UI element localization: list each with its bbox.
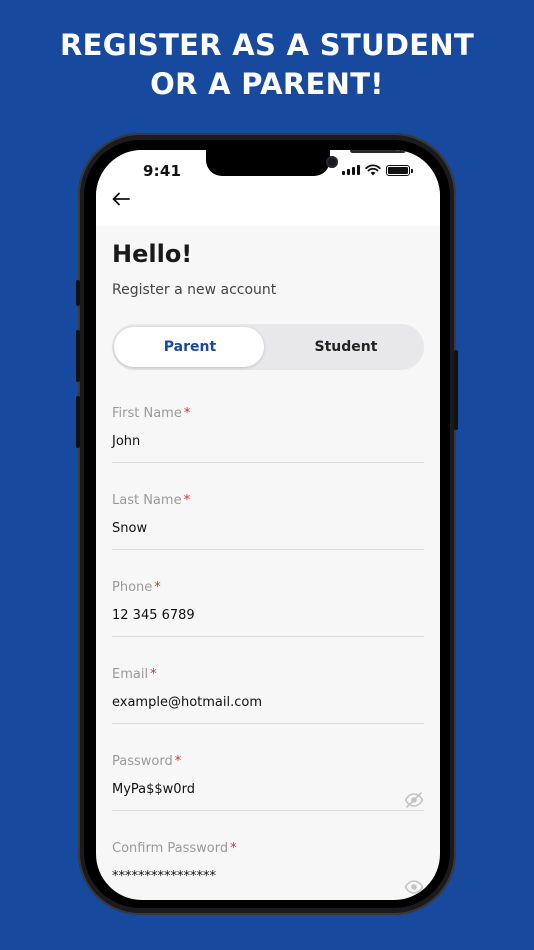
password-field[interactable]: Password * MyPa$$w0rd <box>112 754 424 824</box>
phone-volume-down <box>76 396 80 448</box>
field-label: Last Name * <box>112 493 191 508</box>
form-fields: First Name * John Last Name * Snow Phone * … <box>112 370 424 900</box>
wifi-icon <box>365 164 381 176</box>
register-form-area: Hello! Register a new account Parent Stu… <box>112 240 424 900</box>
status-icons <box>342 164 413 176</box>
speaker-grille <box>350 150 406 153</box>
last-name-field[interactable]: Last Name * Snow <box>112 493 424 563</box>
phone-field[interactable]: Phone * 12 345 6789 <box>112 580 424 650</box>
first-name-input[interactable]: John <box>112 434 424 452</box>
field-label: Password * <box>112 754 182 769</box>
phone-notch <box>206 150 406 176</box>
page-subtitle: Register a new account <box>112 282 277 298</box>
field-underline <box>112 810 424 811</box>
field-underline <box>112 549 424 550</box>
headline-line-1: REGISTER AS A STUDENT <box>59 28 475 62</box>
headline-line-2: OR A PARENT! <box>150 67 384 101</box>
role-toggle: Parent Student <box>112 324 424 370</box>
eye-off-icon[interactable] <box>404 792 424 808</box>
confirm-password-field[interactable]: Confirm Password * **************** <box>112 841 424 900</box>
email-field[interactable]: Email * example@hotmail.com <box>112 667 424 737</box>
phone-power-button <box>454 350 458 430</box>
toggle-parent-button[interactable]: Parent <box>112 324 268 370</box>
field-underline <box>112 462 424 463</box>
page-title: Hello! <box>112 240 193 268</box>
signal-icon <box>342 165 360 175</box>
phone-volume-up <box>76 330 80 382</box>
field-underline <box>112 636 424 637</box>
phone-input[interactable]: 12 345 6789 <box>112 608 424 626</box>
arrow-left-icon[interactable] <box>110 190 132 208</box>
battery-icon <box>386 164 413 176</box>
email-input[interactable]: example@hotmail.com <box>112 695 424 713</box>
password-input[interactable]: MyPa$$w0rd <box>112 782 424 800</box>
eye-icon[interactable] <box>404 879 424 895</box>
field-label: Email * <box>112 667 157 682</box>
field-underline <box>112 723 424 724</box>
field-label: Phone * <box>112 580 161 595</box>
status-time: 9:41 <box>143 162 182 180</box>
toggle-student-button[interactable]: Student <box>268 324 424 370</box>
camera-icon <box>326 156 338 168</box>
field-label: Confirm Password * <box>112 841 237 856</box>
field-label: First Name * <box>112 406 191 421</box>
app-screen: 9:41 Hello! Register a new account Paren… <box>96 150 440 900</box>
confirm-password-input[interactable]: **************** <box>112 869 424 887</box>
promo-headline: REGISTER AS A STUDENT OR A PARENT! <box>0 26 534 104</box>
last-name-input[interactable]: Snow <box>112 521 424 539</box>
first-name-field[interactable]: First Name * John <box>112 406 424 476</box>
phone-side-button <box>76 280 80 306</box>
